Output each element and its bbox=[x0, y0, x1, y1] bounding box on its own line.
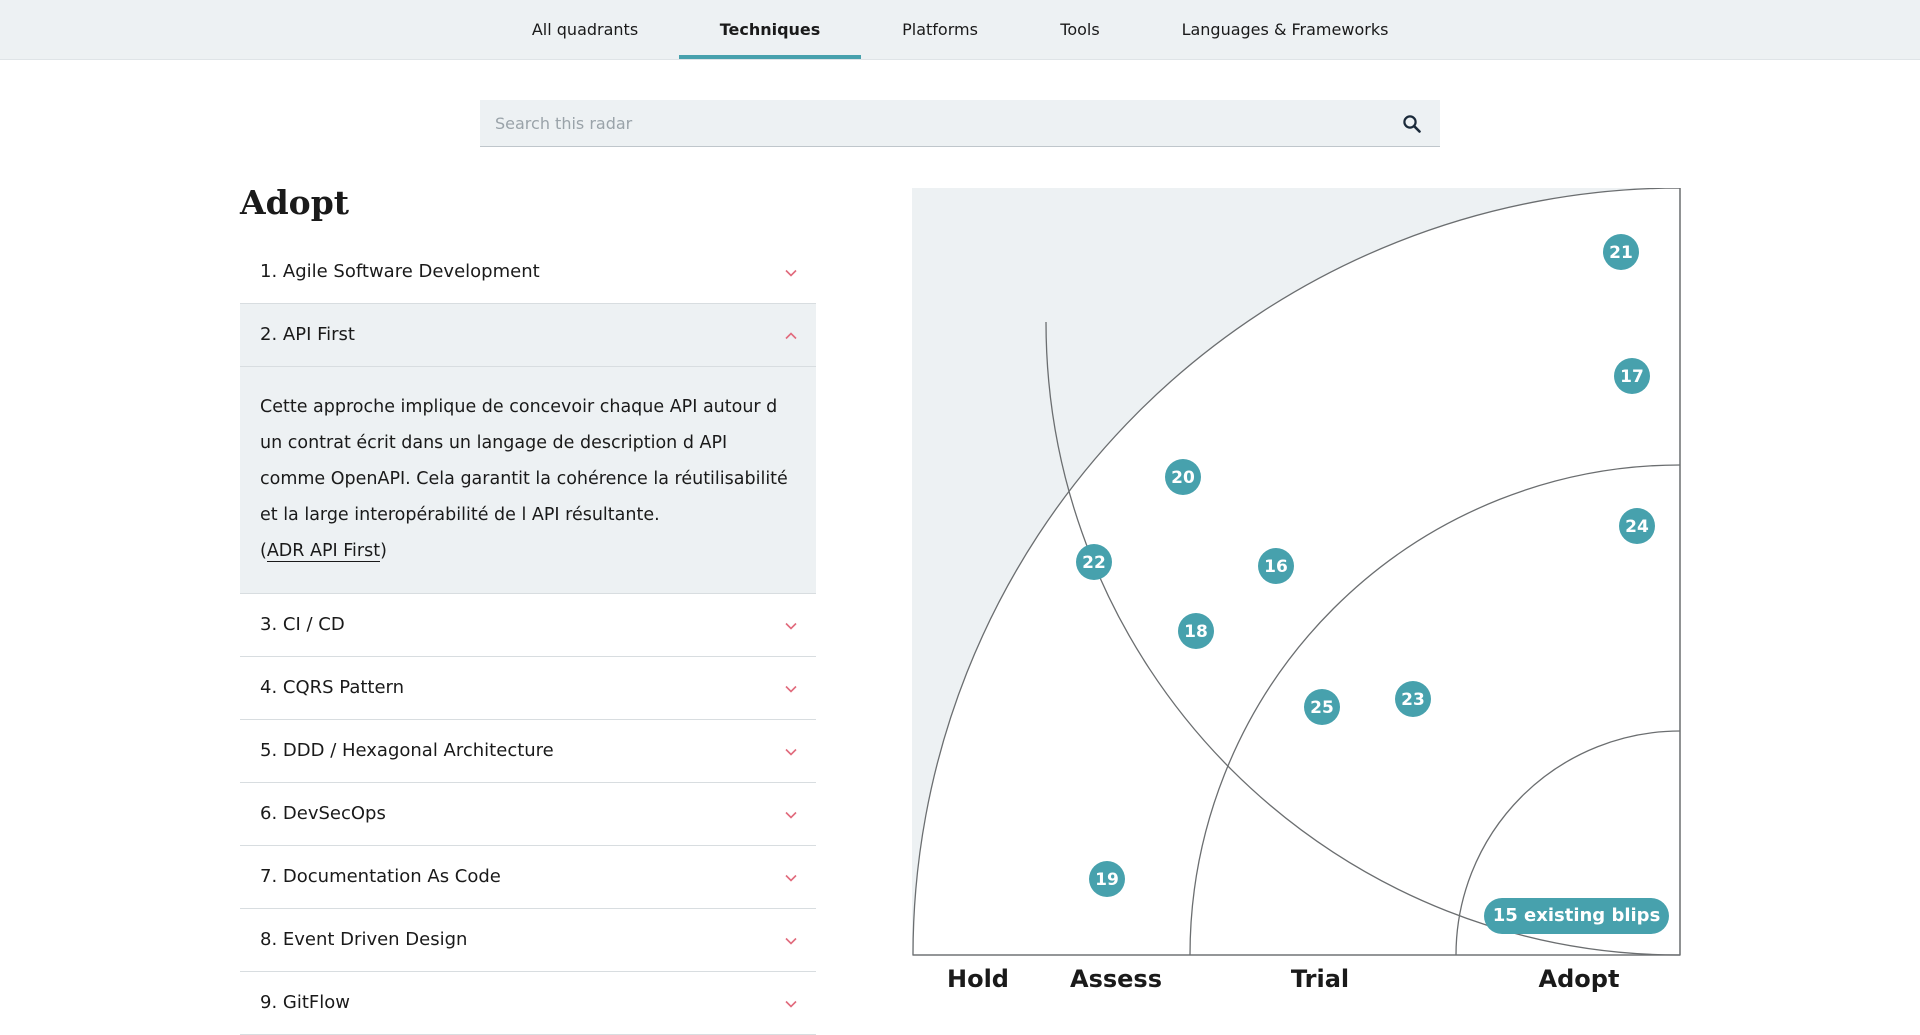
adr-api-first-link[interactable]: ADR API First bbox=[266, 541, 381, 562]
blip-label: 2. API First bbox=[260, 324, 355, 345]
svg-text:18: 18 bbox=[1184, 622, 1208, 642]
blip-label: 1. Agile Software Development bbox=[260, 261, 540, 282]
blip-description: Cette approche implique de concevoir cha… bbox=[240, 366, 816, 593]
list-item: 8. Event Driven Design bbox=[240, 909, 816, 972]
radar-blip-21[interactable]: 21 bbox=[1603, 234, 1639, 270]
radar-blip-19[interactable]: 19 bbox=[1089, 861, 1125, 897]
svg-text:24: 24 bbox=[1625, 517, 1649, 537]
radar-blip-18[interactable]: 18 bbox=[1178, 613, 1214, 649]
ring-label-hold: Hold bbox=[947, 965, 1009, 993]
list-item: 3. CI / CD bbox=[240, 594, 816, 657]
svg-text:19: 19 bbox=[1095, 870, 1119, 890]
blip-label: 7. Documentation As Code bbox=[260, 866, 501, 887]
chevron-down-icon bbox=[785, 1000, 797, 1008]
radar-blip-16[interactable]: 16 bbox=[1258, 548, 1294, 584]
search-bar bbox=[480, 100, 1440, 147]
blip-label: 5. DDD / Hexagonal Architecture bbox=[260, 740, 554, 761]
link-suffix: ) bbox=[380, 541, 387, 561]
ring-label-adopt: Adopt bbox=[1538, 965, 1620, 993]
tab-all-quadrants[interactable]: All quadrants bbox=[515, 0, 655, 59]
list-item: 1. Agile Software Development bbox=[240, 241, 816, 304]
radar-quadrant: 21 17 20 24 22 16 18 23 25 19 bbox=[912, 188, 1681, 956]
blip-label: 8. Event Driven Design bbox=[260, 929, 468, 950]
chevron-down-icon bbox=[785, 685, 797, 693]
radar-blip-17[interactable]: 17 bbox=[1614, 358, 1650, 394]
radar-blip-25[interactable]: 25 bbox=[1304, 689, 1340, 725]
chevron-down-icon bbox=[785, 811, 797, 819]
chevron-down-icon bbox=[785, 622, 797, 630]
svg-text:16: 16 bbox=[1264, 557, 1288, 577]
svg-text:23: 23 bbox=[1401, 690, 1425, 710]
radar-blip-24[interactable]: 24 bbox=[1619, 508, 1655, 544]
search-icon[interactable] bbox=[1400, 112, 1424, 136]
search-input[interactable] bbox=[480, 100, 1380, 146]
radar-blip-20[interactable]: 20 bbox=[1165, 459, 1201, 495]
blip-list: 1. Agile Software Development 2. API Fir… bbox=[240, 241, 816, 1035]
blip-toggle-cqrs-pattern[interactable]: 4. CQRS Pattern bbox=[240, 657, 816, 719]
blip-label: 9. GitFlow bbox=[260, 992, 350, 1013]
blip-label: 4. CQRS Pattern bbox=[260, 677, 405, 698]
blip-toggle-agile-software-development[interactable]: 1. Agile Software Development bbox=[240, 241, 816, 303]
ring-title: Adopt bbox=[240, 183, 350, 222]
link-prefix: ( bbox=[260, 541, 267, 561]
tab-techniques[interactable]: Techniques bbox=[679, 0, 861, 59]
ring-label-assess: Assess bbox=[1070, 965, 1162, 993]
svg-text:25: 25 bbox=[1310, 698, 1334, 718]
existing-blips-badge[interactable]: 15 existing blips bbox=[1484, 898, 1669, 934]
chevron-down-icon bbox=[785, 874, 797, 882]
chevron-down-icon bbox=[785, 269, 797, 277]
blip-toggle-api-first[interactable]: 2. API First bbox=[240, 304, 816, 366]
svg-text:17: 17 bbox=[1620, 367, 1644, 387]
blip-label: 6. DevSecOps bbox=[260, 803, 386, 824]
blip-toggle-documentation-as-code[interactable]: 7. Documentation As Code bbox=[240, 846, 816, 908]
svg-text:21: 21 bbox=[1609, 243, 1633, 263]
blip-toggle-devsecops[interactable]: 6. DevSecOps bbox=[240, 783, 816, 845]
list-item: 6. DevSecOps bbox=[240, 783, 816, 846]
blip-description-text: Cette approche implique de concevoir cha… bbox=[260, 397, 788, 525]
svg-text:22: 22 bbox=[1082, 553, 1106, 573]
list-item: 5. DDD / Hexagonal Architecture bbox=[240, 720, 816, 783]
tab-tools[interactable]: Tools bbox=[1040, 0, 1120, 59]
blip-toggle-event-driven-design[interactable]: 8. Event Driven Design bbox=[240, 909, 816, 971]
chevron-down-icon bbox=[785, 937, 797, 945]
blip-toggle-gitflow[interactable]: 9. GitFlow bbox=[240, 972, 816, 1034]
quadrant-nav: All quadrants Techniques Platforms Tools… bbox=[0, 0, 1920, 60]
list-item: 7. Documentation As Code bbox=[240, 846, 816, 909]
chevron-down-icon bbox=[785, 748, 797, 756]
radar-blip-22[interactable]: 22 bbox=[1076, 544, 1112, 580]
list-item: 9. GitFlow bbox=[240, 972, 816, 1035]
blip-toggle-ci-cd[interactable]: 3. CI / CD bbox=[240, 594, 816, 656]
ring-label-trial: Trial bbox=[1290, 965, 1350, 993]
blip-toggle-ddd-hexagonal[interactable]: 5. DDD / Hexagonal Architecture bbox=[240, 720, 816, 782]
list-item: 4. CQRS Pattern bbox=[240, 657, 816, 720]
blip-label: 3. CI / CD bbox=[260, 614, 345, 635]
chevron-up-icon bbox=[785, 332, 797, 340]
svg-text:20: 20 bbox=[1171, 468, 1195, 488]
tab-languages-frameworks[interactable]: Languages & Frameworks bbox=[1160, 0, 1410, 59]
list-item: 2. API First Cette approche implique de … bbox=[240, 304, 816, 594]
tab-platforms[interactable]: Platforms bbox=[880, 0, 1000, 59]
radar-blip-23[interactable]: 23 bbox=[1395, 681, 1431, 717]
